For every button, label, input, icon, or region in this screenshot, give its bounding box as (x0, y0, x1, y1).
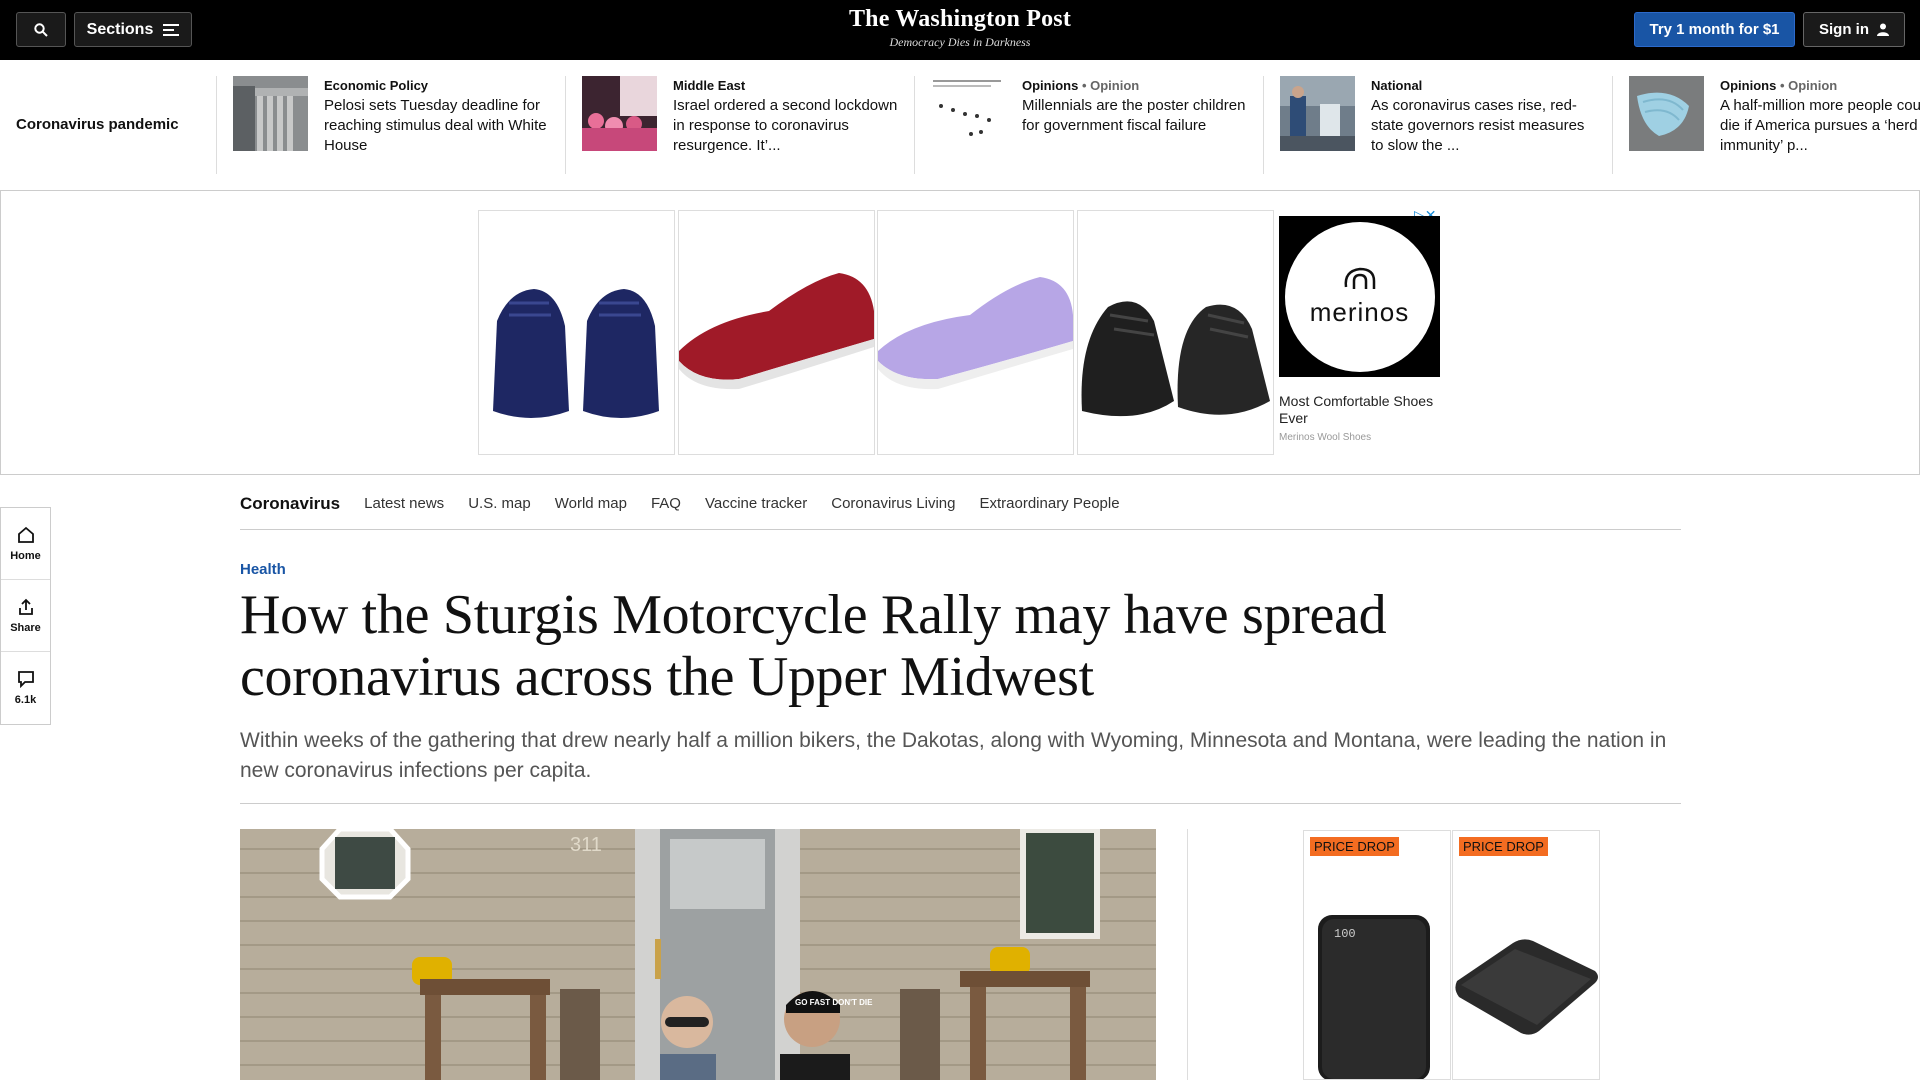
divider (240, 803, 1681, 804)
comment-count: 6.1k (14, 694, 37, 706)
elephant-icon (1344, 267, 1375, 289)
story-headline[interactable]: A half-million more people could die if … (1720, 96, 1920, 156)
subscribe-button[interactable]: Try 1 month for $1 (1634, 12, 1795, 47)
subnav-home-link[interactable]: Coronavirus (240, 494, 340, 514)
home-icon (17, 526, 34, 543)
ad-product-image[interactable] (678, 210, 875, 455)
strip-story[interactable]: Opinions • Opinion A half-million more p… (1612, 76, 1920, 174)
side-ad-product[interactable]: PRICE DROP 100 (1303, 830, 1451, 1080)
sign-in-label: Sign in (1819, 21, 1869, 38)
logo-tagline: Democracy Dies in Darkness (889, 35, 1031, 49)
story-headline[interactable]: As coronavirus cases rise, red-state gov… (1371, 96, 1601, 156)
ad-brand-badge: merinos (1284, 221, 1435, 372)
comments-button[interactable]: 6.1k (1, 652, 50, 724)
story-thumbnail[interactable] (931, 76, 1006, 151)
home-button[interactable]: Home (1, 508, 50, 580)
story-thumbnail[interactable] (233, 76, 308, 151)
story-kicker[interactable]: Opinions • Opinion (1720, 78, 1837, 93)
house-number: 311 (570, 834, 602, 856)
story-kicker[interactable]: National (1371, 78, 1422, 93)
sections-label: Sections (86, 20, 154, 38)
share-label: Share (10, 621, 41, 634)
story-thumbnail[interactable] (1629, 76, 1704, 151)
strip-story[interactable]: Economic Policy Pelosi sets Tuesday dead… (216, 76, 565, 174)
story-thumbnail[interactable] (1280, 76, 1355, 151)
powerbank-screen-text: 100 (1334, 927, 1356, 941)
subnav-link[interactable]: Extraordinary People (979, 495, 1119, 512)
story-kicker[interactable]: Opinions • Opinion (1022, 78, 1139, 93)
strip-label[interactable]: Coronavirus pandemic (16, 116, 179, 133)
user-icon (1877, 23, 1889, 36)
ad-brand-logo[interactable]: merinos (1279, 216, 1440, 377)
site-logo[interactable]: The Washington Post Democracy Dies in Da… (760, 6, 1160, 50)
column-divider (1187, 829, 1188, 1080)
search-icon (34, 22, 48, 37)
share-button[interactable]: Share (1, 580, 50, 652)
strip-story[interactable]: Opinions • Opinion Millennials are the p… (914, 76, 1263, 174)
story-kicker[interactable]: Middle East (673, 78, 745, 93)
article-headline: How the Sturgis Motorcycle Rally may hav… (240, 584, 1387, 708)
ad-sponsor[interactable]: Merinos Wool Shoes (1279, 432, 1371, 443)
side-ad-product[interactable]: PRICE DROP (1452, 830, 1600, 1080)
cap-text: GO FAST DON'T DIE (795, 998, 873, 1007)
sign-in-button[interactable]: Sign in (1803, 12, 1905, 47)
subnav-link[interactable]: World map (555, 495, 627, 512)
story-headline[interactable]: Israel ordered a second lockdown in resp… (673, 96, 903, 156)
story-headline[interactable]: Pelosi sets Tuesday deadline for reachin… (324, 96, 554, 156)
ad-product-image[interactable] (1077, 210, 1274, 455)
comment-icon (17, 671, 34, 688)
subnav-link[interactable]: Coronavirus Living (831, 495, 955, 512)
subnav-link[interactable]: Vaccine tracker (705, 495, 807, 512)
article-action-rail: Home Share 6.1k (0, 507, 51, 725)
home-label: Home (10, 549, 41, 562)
hero-photo[interactable]: 311 GO FAST DON'T DIE (240, 829, 1156, 1080)
search-button[interactable] (16, 12, 66, 47)
sections-button[interactable]: Sections (74, 12, 192, 47)
ad-product-image[interactable] (478, 210, 675, 455)
strip-story[interactable]: Middle East Israel ordered a second lock… (565, 76, 914, 174)
story-thumbnail[interactable] (582, 76, 657, 151)
yellow-teapot (990, 947, 1030, 975)
article-dek: Within weeks of the gathering that drew … (240, 729, 1667, 782)
section-subnav: Coronavirus Latest news U.S. map World m… (240, 478, 1681, 530)
ad-product-image[interactable] (877, 210, 1074, 455)
top-banner-ad[interactable]: ▷✕ merinos Most Comfortable Shoes Ever M… (0, 191, 1920, 475)
strip-story[interactable]: National As coronavirus cases rise, red-… (1263, 76, 1612, 174)
topic-headline-strip: Coronavirus pandemic Economic Policy Pel… (0, 60, 1920, 191)
subnav-link[interactable]: FAQ (651, 495, 681, 512)
subnav-link[interactable]: U.S. map (468, 495, 531, 512)
story-kicker[interactable]: Economic Policy (324, 78, 428, 93)
logo-name: The Washington Post (848, 6, 1072, 32)
ad-brand-name: merinos (1309, 297, 1410, 327)
story-headline[interactable]: Millennials are the poster children for … (1022, 96, 1252, 136)
menu-icon (163, 23, 180, 36)
ad-title[interactable]: Most Comfortable Shoes Ever (1279, 393, 1439, 427)
article-section-kicker[interactable]: Health (240, 561, 286, 578)
subnav-link[interactable]: Latest news (364, 495, 444, 512)
share-icon (18, 598, 33, 615)
top-navigation-bar: Sections The Washington Post Democracy D… (0, 0, 1920, 60)
